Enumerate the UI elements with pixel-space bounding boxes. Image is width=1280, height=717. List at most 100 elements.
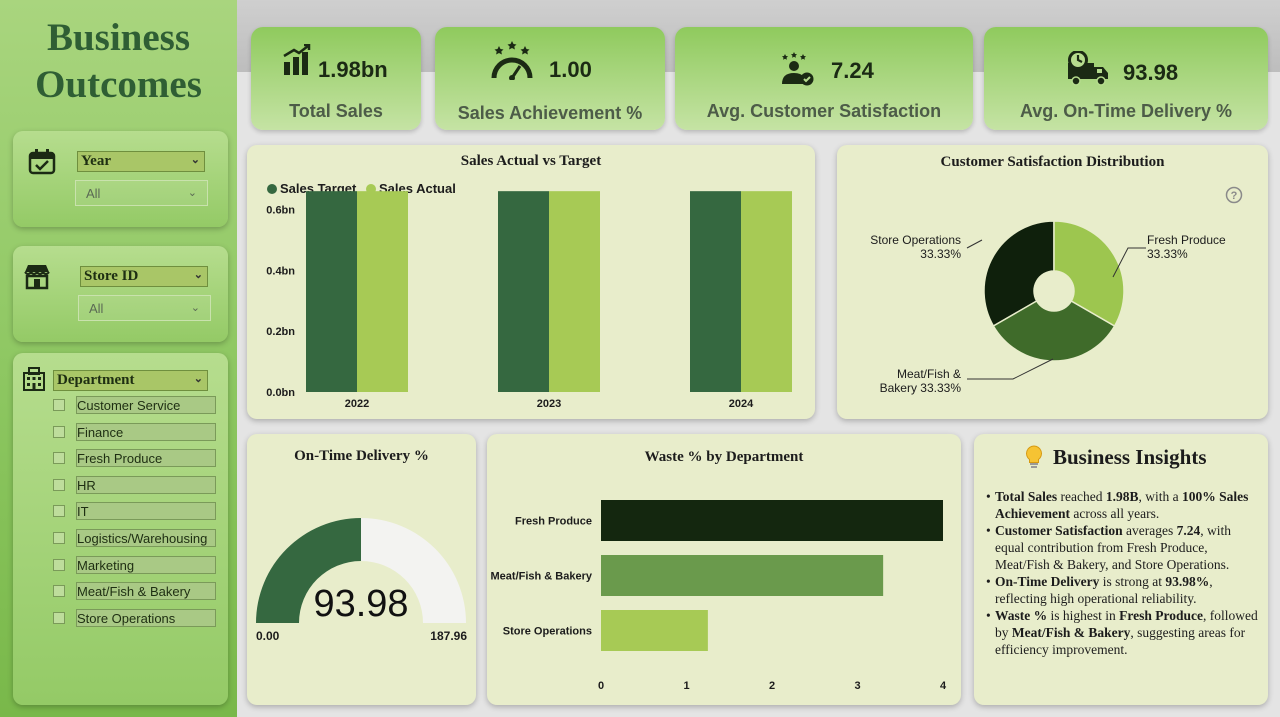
x-tick-label: 2024 bbox=[729, 398, 754, 410]
speedometer-icon bbox=[491, 41, 533, 80]
kpi-value: 1.98bn bbox=[318, 57, 388, 82]
year-dropdown-value: All bbox=[86, 186, 101, 201]
year-slicer: Year ⌄ All ⌄ bbox=[13, 131, 228, 227]
slice-label-pct: 33.33% bbox=[920, 247, 961, 261]
checkbox[interactable] bbox=[53, 532, 65, 544]
department-item[interactable]: Fresh Produce bbox=[53, 449, 228, 467]
slice-label-pct: 33.33% bbox=[1147, 247, 1188, 261]
y-tick-label: Store Operations bbox=[503, 626, 592, 638]
checkbox[interactable] bbox=[53, 612, 65, 624]
gauge-max: 187.96 bbox=[430, 629, 467, 643]
delivery-truck-icon bbox=[1068, 51, 1108, 86]
chevron-down-icon: ⌄ bbox=[193, 373, 203, 385]
slice-label-pct: Bakery 33.33% bbox=[880, 381, 962, 395]
bar-actual bbox=[549, 191, 600, 392]
bar-target bbox=[306, 191, 357, 392]
waste-bar bbox=[601, 610, 708, 651]
checkbox[interactable] bbox=[53, 585, 65, 597]
year-slicer-label: Year bbox=[81, 153, 111, 169]
department-item-label: Fresh Produce bbox=[76, 449, 216, 467]
delivery-gauge: 93.98 0.00 187.96 bbox=[256, 518, 467, 643]
department-slicer: Department ⌄ Customer Service Finance Fr… bbox=[13, 353, 228, 705]
department-item-label: Finance bbox=[76, 423, 216, 441]
title-line-2: Outcomes bbox=[35, 63, 202, 106]
store-dropdown[interactable]: All ⌄ bbox=[78, 295, 211, 321]
store-slicer: Store ID ⌄ All ⌄ bbox=[13, 246, 228, 342]
waste-bar bbox=[601, 555, 884, 596]
x-tick-label: 2 bbox=[769, 680, 775, 692]
insight-item: On-Time Delivery is strong at 93.98%, re… bbox=[986, 573, 1258, 607]
customer-stars-icon bbox=[782, 52, 814, 86]
kpi-total-sales: 1.98bn Total Sales bbox=[251, 27, 421, 130]
x-tick-label: 0 bbox=[598, 680, 604, 692]
department-slicer-label: Department bbox=[57, 372, 135, 388]
y-tick-label: Fresh Produce bbox=[515, 516, 592, 528]
leader-line bbox=[966, 239, 983, 249]
store-icon bbox=[24, 265, 50, 290]
insight-item: Customer Satisfaction averages 7.24, wit… bbox=[986, 522, 1258, 573]
chevron-down-icon: ⌄ bbox=[193, 269, 203, 281]
store-slicer-header[interactable]: Store ID ⌄ bbox=[80, 266, 208, 287]
lightbulb-icon bbox=[1026, 445, 1042, 468]
sales-actual-vs-target-card: Sales Actual vs Target Sales Target Sale… bbox=[247, 145, 815, 419]
bar-target bbox=[498, 191, 549, 392]
department-item-label: IT bbox=[76, 502, 216, 520]
chevron-down-icon: ⌄ bbox=[187, 187, 197, 199]
checkbox[interactable] bbox=[53, 399, 65, 411]
department-item-label: Store Operations bbox=[76, 609, 216, 627]
department-item[interactable]: IT bbox=[53, 502, 228, 520]
kpi-value: 7.24 bbox=[831, 58, 874, 83]
waste-by-department-card: Waste % by Department Fresh Produce Meat/… bbox=[487, 434, 961, 705]
slice-label-name: Store Operations bbox=[870, 233, 961, 247]
year-dropdown[interactable]: All ⌄ bbox=[75, 180, 208, 206]
checkbox[interactable] bbox=[53, 479, 65, 491]
department-item[interactable]: Customer Service bbox=[53, 396, 228, 414]
checkbox[interactable] bbox=[53, 505, 65, 517]
kpi-customer-satisfaction: 7.24 Avg. Customer Satisfaction bbox=[675, 27, 973, 130]
kpi-label: Total Sales bbox=[289, 101, 383, 121]
kpi-value: 93.98 bbox=[1123, 60, 1179, 85]
checkbox[interactable] bbox=[53, 452, 65, 464]
checkbox[interactable] bbox=[53, 559, 65, 571]
store-dropdown-value: All bbox=[89, 301, 104, 316]
x-tick-label: 4 bbox=[940, 680, 947, 692]
x-tick-label: 3 bbox=[854, 680, 860, 692]
department-item[interactable]: Finance bbox=[53, 423, 228, 441]
department-item-label: Customer Service bbox=[76, 396, 216, 414]
department-item[interactable]: Store Operations bbox=[53, 609, 228, 627]
x-tick-label: 1 bbox=[683, 680, 689, 692]
bar-actual bbox=[357, 191, 408, 392]
customer-satisfaction-card: Customer Satisfaction Distribution ? Fre… bbox=[837, 145, 1268, 419]
building-icon bbox=[23, 367, 45, 391]
store-slicer-label: Store ID bbox=[84, 268, 139, 284]
x-tick-label: 2023 bbox=[537, 398, 561, 410]
gauge-value: 93.98 bbox=[313, 583, 408, 625]
y-tick-label: 0.0bn bbox=[266, 387, 295, 399]
waste-bar bbox=[601, 500, 943, 541]
slice-label-name: Meat/Fish & bbox=[897, 367, 961, 381]
department-item[interactable]: HR bbox=[53, 476, 228, 494]
title-line-1: Business bbox=[46, 16, 191, 59]
y-tick-label: 0.4bn bbox=[266, 265, 295, 277]
year-slicer-header[interactable]: Year ⌄ bbox=[77, 151, 205, 172]
y-tick-label: Meat/Fish & Bakery bbox=[491, 571, 593, 583]
kpi-label: Avg. Customer Satisfaction bbox=[706, 101, 942, 121]
department-item[interactable]: Meat/Fish & Bakery bbox=[53, 582, 228, 600]
slice-label-name: Fresh Produce bbox=[1147, 233, 1226, 247]
y-tick-label: 0.6bn bbox=[266, 204, 295, 216]
on-time-delivery-card: On-Time Delivery % 93.98 0.00 187.96 bbox=[247, 434, 476, 705]
bar-actual bbox=[741, 191, 792, 392]
department-item[interactable]: Marketing bbox=[53, 556, 228, 574]
leader-line bbox=[967, 358, 1054, 380]
department-item-label: Meat/Fish & Bakery bbox=[76, 582, 216, 600]
checkbox[interactable] bbox=[53, 426, 65, 438]
department-item[interactable]: Logistics/Warehousing bbox=[53, 529, 228, 547]
department-item-label: HR bbox=[76, 476, 216, 494]
x-tick-label: 2022 bbox=[345, 398, 369, 410]
department-slicer-header[interactable]: Department ⌄ bbox=[53, 370, 208, 391]
bar-target bbox=[690, 191, 741, 392]
department-item-label: Logistics/Warehousing bbox=[76, 529, 216, 547]
page-title: Business Outcomes bbox=[0, 14, 237, 108]
sidebar: Business Outcomes Year ⌄ All ⌄ Store ID bbox=[0, 0, 237, 717]
waste-bar-chart: Fresh Produce Meat/Fish & Bakery Store Ope… bbox=[491, 500, 947, 692]
